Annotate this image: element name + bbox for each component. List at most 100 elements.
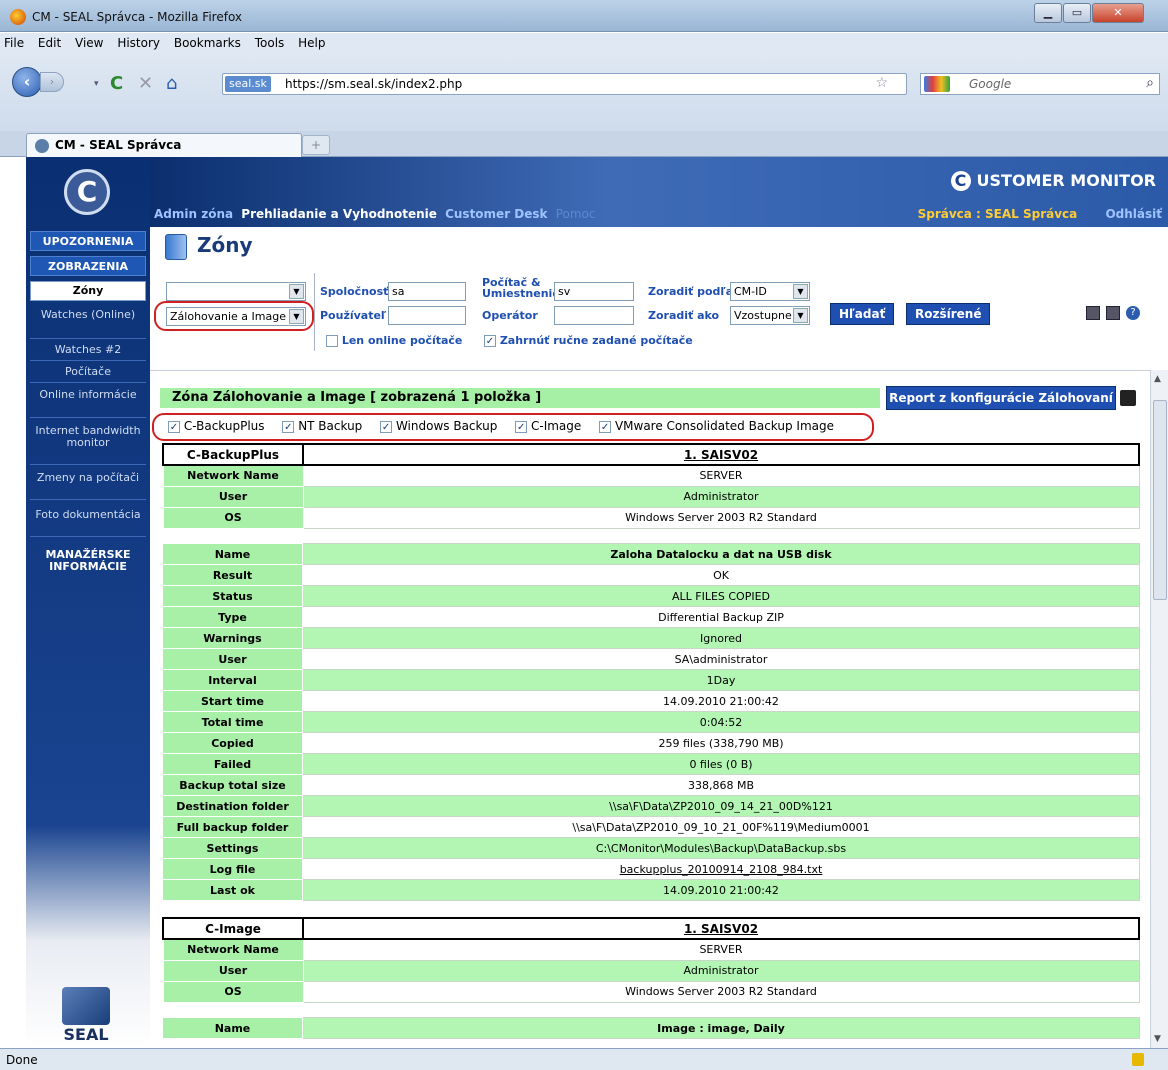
menu-view[interactable]: View	[75, 36, 103, 50]
table-row: Name Zaloha Datalocku a dat na USB disk	[162, 543, 1140, 565]
pc-label: Počítač & Umiestnenie	[482, 276, 560, 300]
nav-prehliadanie[interactable]: Prehliadanie a Vyhodnotenie	[241, 207, 437, 221]
scroll-down-icon[interactable]: ▼	[1154, 1034, 1161, 1044]
lock-icon[interactable]	[1132, 1053, 1144, 1066]
menu-edit[interactable]: Edit	[38, 36, 61, 50]
sidebar-item-zmeny[interactable]: Zmeny na počítači	[30, 466, 146, 500]
zone-title-bar: Zóna Zálohovanie a Image [ zobrazená 1 p…	[160, 388, 880, 408]
sidebar-item-pocitace[interactable]: Počítače	[30, 362, 146, 383]
sort-by-select[interactable]: CM-ID ▼	[730, 282, 810, 301]
menu-bookmarks[interactable]: Bookmarks	[174, 36, 241, 50]
row-value: Image : image, Daily	[302, 1017, 1140, 1039]
row-value: 0:04:52	[302, 711, 1140, 733]
sidebar-head-upozornenia[interactable]: UPOZORNENIA	[30, 231, 146, 251]
pc-input[interactable]: sv	[554, 282, 634, 301]
user-input[interactable]	[388, 306, 466, 325]
computer-link[interactable]: 1. SAISV02	[302, 917, 1140, 940]
help-icon[interactable]: ?	[1126, 306, 1140, 320]
section-name: C-Image	[162, 917, 304, 940]
current-user: Správca : SEAL Správca	[917, 207, 1078, 221]
scroll-up-icon[interactable]: ▲	[1154, 374, 1161, 384]
sidebar-head-zobrazenia[interactable]: ZOBRAZENIA	[30, 256, 146, 276]
row-value: OK	[302, 564, 1140, 586]
table-row: Interval 1Day	[162, 669, 1140, 691]
table-row: Type Differential Backup ZIP	[162, 606, 1140, 628]
menu-tools[interactable]: Tools	[255, 36, 285, 50]
history-dropdown-icon[interactable]: ▾	[94, 79, 99, 89]
highlight-oval	[152, 413, 874, 441]
reload-icon[interactable]: C	[110, 73, 123, 94]
advanced-button[interactable]: Rozšírené	[906, 303, 991, 325]
row-value: 1Day	[302, 669, 1140, 691]
xml-export-icon[interactable]	[1106, 306, 1120, 320]
nav-customer-desk[interactable]: Customer Desk	[445, 207, 547, 221]
site-identity-button[interactable]: seal.sk	[225, 76, 271, 92]
back-button[interactable]: ‹	[12, 67, 42, 97]
online-only-checkbox[interactable]: Len online počítače	[326, 333, 462, 347]
search-bar[interactable]: Google ⌕	[920, 73, 1160, 95]
divider	[150, 370, 1150, 371]
close-button[interactable]: ✕	[1092, 3, 1144, 23]
table-row: Start time 14.09.2010 21:00:42	[162, 690, 1140, 712]
log-file-link[interactable]: backupplus_20100914_2108_984.txt	[302, 858, 1140, 880]
operator-input[interactable]	[554, 306, 634, 325]
maximize-button[interactable]: ▭	[1063, 3, 1091, 23]
address-bar[interactable]: seal.sk https://sm.seal.sk/index2.php ☆	[222, 73, 907, 95]
window-titlebar: CM - SEAL Správca - Mozilla Firefox ▁ ▭ …	[0, 0, 1168, 32]
save-icon[interactable]	[1120, 390, 1136, 406]
excel-export-icon[interactable]	[1086, 306, 1100, 320]
cm-logo[interactable]: C	[64, 169, 110, 215]
company-input[interactable]: sa	[388, 282, 466, 301]
forward-button[interactable]: ›	[40, 72, 64, 92]
checkbox-checked-icon[interactable]: ✓	[484, 334, 496, 347]
google-engine-icon[interactable]	[924, 76, 950, 92]
zone-select[interactable]: ▼	[166, 282, 306, 301]
row-key: OS	[162, 506, 304, 529]
search-button[interactable]: Hľadať	[830, 303, 895, 325]
sidebar-item-online-informacie[interactable]: Online informácie	[30, 384, 146, 418]
sidebar-head-manazerske[interactable]: MANAŽÉRSKE INFORMÁCIE	[30, 549, 146, 573]
row-key: Failed	[162, 753, 303, 775]
tab-cm-seal[interactable]: CM - SEAL Správca	[26, 133, 302, 157]
table-row: Name Image : image, Daily	[162, 1017, 1140, 1039]
include-manual-checkbox[interactable]: ✓ Zahrnúť ručne zadané počítače	[484, 333, 693, 347]
row-key: Interval	[162, 669, 303, 691]
nav-admin-zona[interactable]: Admin zóna	[154, 207, 233, 221]
menu-help[interactable]: Help	[298, 36, 325, 50]
checkbox-icon[interactable]	[326, 334, 338, 347]
bookmark-star-icon[interactable]: ☆	[875, 75, 888, 91]
row-value: C:\CMonitor\Modules\Backup\DataBackup.sb…	[302, 837, 1140, 859]
seal-logo: SEAL	[56, 987, 116, 1045]
scroll-thumb[interactable]	[1153, 400, 1167, 600]
top-navigation: Admin zóna Prehliadanie a Vyhodnotenie C…	[154, 207, 599, 221]
zone-title-prefix: Zóna Zálohovanie a Image [ zobrazená	[172, 390, 461, 405]
home-icon[interactable]: ⌂	[166, 73, 177, 94]
row-value: Administrator	[302, 959, 1140, 982]
sidebar-item-zony[interactable]: Zóny	[30, 281, 146, 301]
brand-text: USTOMER MONITOR	[976, 171, 1156, 190]
table-row: Network Name SERVER	[162, 938, 1140, 961]
table-row: Network Name SERVER	[162, 464, 1140, 487]
new-tab-button[interactable]: +	[302, 135, 330, 155]
logout-link[interactable]: Odhlásiť	[1105, 207, 1162, 221]
firefox-icon	[10, 9, 26, 25]
sidebar-item-foto[interactable]: Foto dokumentácia	[30, 501, 146, 537]
sidebar-item-internet-bandwidth[interactable]: Internet bandwidth monitor	[30, 419, 146, 465]
table-row: User Administrator	[162, 959, 1140, 982]
nav-pomoc[interactable]: Pomoc	[556, 207, 596, 221]
computer-link[interactable]: 1. SAISV02	[302, 443, 1140, 466]
search-icon[interactable]: ⌕	[1146, 75, 1154, 91]
sidebar-item-watches-2[interactable]: Watches #2	[30, 340, 146, 361]
menu-history[interactable]: History	[117, 36, 160, 50]
page-scrollbar[interactable]: ▲ ▼	[1150, 370, 1168, 1048]
report-button[interactable]: Report z konfigurácie Zálohovaní	[886, 386, 1116, 410]
url-text[interactable]: https://sm.seal.sk/index2.php	[285, 77, 462, 91]
sort-how-select[interactable]: Vzostupne ▼	[730, 306, 810, 325]
stop-icon[interactable]: ✕	[138, 73, 153, 94]
menu-file[interactable]: File	[4, 36, 24, 50]
row-value: 14.09.2010 21:00:42	[302, 879, 1140, 901]
minimize-button[interactable]: ▁	[1034, 3, 1062, 23]
sidebar-item-watches-online[interactable]: Watches (Online)	[30, 305, 146, 339]
filter-panel: ▼ Zálohovanie a Image ▼ Spoločnosť sa Pou…	[154, 271, 1150, 361]
row-value: 338,868 MB	[302, 774, 1140, 796]
